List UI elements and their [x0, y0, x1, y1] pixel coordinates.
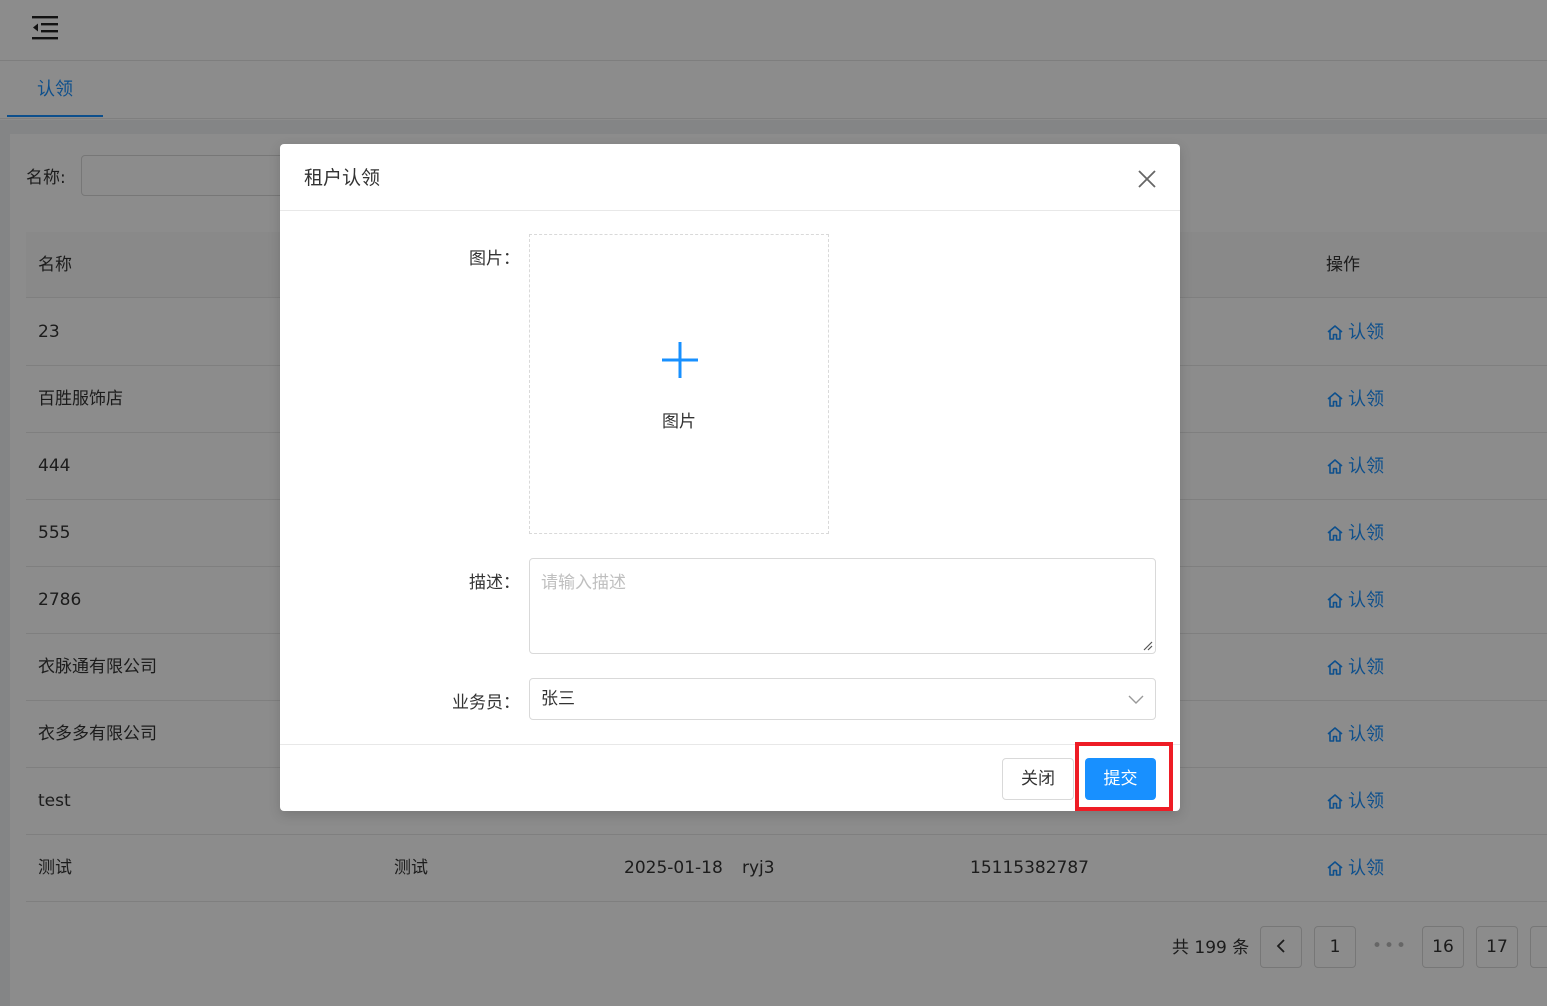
- image-field-label: 图片：: [469, 249, 520, 269]
- description-field-label: 描述：: [469, 573, 520, 593]
- upload-label: 图片: [662, 412, 696, 432]
- submit-button[interactable]: 提交: [1085, 758, 1156, 800]
- modal-footer: 关闭 提交: [280, 744, 1180, 811]
- chevron-down-icon: [1128, 695, 1144, 704]
- tenant-claim-modal: 租户认领 图片： 图片 描述： 业务员： 张三 关闭 提交: [280, 144, 1180, 811]
- salesperson-selected-value: 张三: [541, 689, 575, 709]
- modal-header: 租户认领: [280, 144, 1180, 211]
- plus-icon: [662, 342, 698, 378]
- salesperson-field-label: 业务员：: [452, 693, 520, 713]
- modal-title: 租户认领: [304, 167, 381, 189]
- description-textarea[interactable]: [529, 558, 1156, 654]
- close-button[interactable]: 关闭: [1002, 758, 1074, 800]
- image-upload[interactable]: 图片: [529, 234, 829, 534]
- close-icon[interactable]: [1136, 168, 1158, 190]
- salesperson-select[interactable]: 张三: [529, 678, 1156, 720]
- resize-handle-icon[interactable]: [1141, 639, 1153, 651]
